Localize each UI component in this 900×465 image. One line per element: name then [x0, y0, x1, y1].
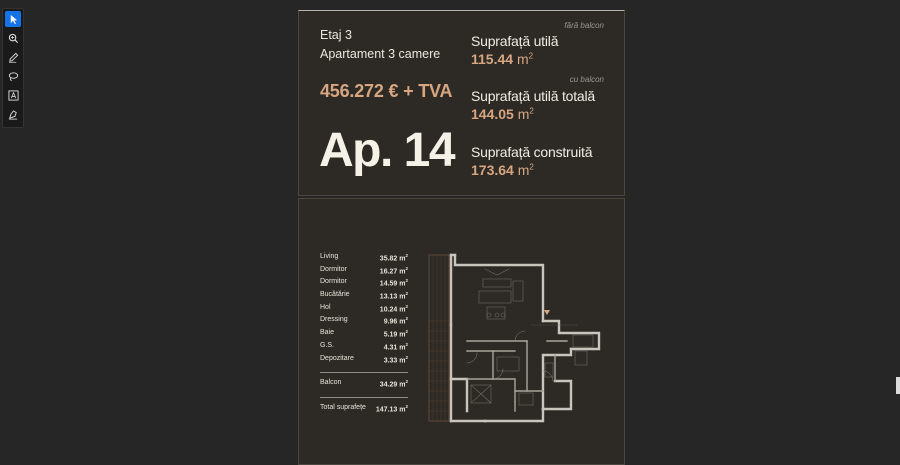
room-area-number: 14.59 m — [379, 280, 406, 288]
room-row: Dormitor 14.59 m2 — [320, 278, 408, 291]
built-area-number: 173.64 — [471, 162, 514, 178]
stamp-tool-button[interactable] — [5, 106, 21, 122]
room-row: Baie 5.19 m2 — [320, 329, 408, 342]
lasso-tool-button[interactable] — [5, 68, 21, 84]
floor-plan-drawing — [428, 253, 601, 423]
room-area: 9.96 m2 — [384, 316, 408, 325]
total-usable-area-unit: m — [517, 106, 530, 122]
room-name: Bucătărie — [320, 291, 350, 299]
text-box-tool-button[interactable] — [5, 87, 21, 103]
room-area-exponent: 2 — [405, 316, 408, 322]
total-row: Total suprafețe 147.13 m2 — [320, 404, 408, 417]
usable-area-unit: m — [516, 51, 529, 67]
room-area-number: 3.33 m — [383, 356, 406, 364]
room-name: Baie — [320, 329, 335, 337]
room-area-exponent: 2 — [405, 379, 408, 385]
apartment-number: Ap. 14 — [319, 124, 456, 177]
lasso-icon — [8, 71, 18, 81]
usable-area-value: 115.44 m2 — [471, 51, 533, 67]
pointer-icon — [10, 14, 17, 24]
room-area-exponent: 2 — [405, 291, 408, 297]
built-area-exponent: 2 — [529, 162, 534, 172]
room-area: 16.27 m2 — [380, 266, 408, 275]
balcony-row: Balcon 34.29 m2 — [320, 379, 408, 392]
room-area-table: Living 35.82 m2 Dormitor 16.27 m2 Dormitor… — [320, 253, 408, 417]
room-area-exponent: 2 — [405, 329, 408, 335]
floor-label: Etaj 3 — [320, 28, 352, 42]
zoom-icon — [8, 33, 18, 43]
room-area: 147.13 m2 — [376, 404, 408, 413]
table-divider — [320, 372, 408, 374]
floor-plan-card: Living 35.82 m2 Dormitor 16.27 m2 Dormitor… — [298, 198, 625, 465]
room-area-number: 147.13 m — [375, 406, 406, 414]
total-usable-area-exponent: 2 — [529, 106, 534, 116]
room-area: 13.13 m2 — [380, 291, 408, 300]
total-usable-area-number: 144.05 — [471, 106, 514, 122]
room-area-number: 16.27 m — [379, 268, 406, 276]
room-row: Dormitor 16.27 m2 — [320, 266, 408, 279]
room-area: 5.19 m2 — [384, 329, 408, 338]
room-name: G.S. — [320, 341, 335, 349]
annotation-toolbar — [2, 8, 24, 128]
built-area-label: Suprafață construită — [471, 144, 593, 160]
usable-area-label: Suprafață utilă — [471, 33, 559, 49]
area-note-with-balcony: cu balcon — [569, 75, 604, 84]
room-row: Living 35.82 m2 — [320, 253, 408, 266]
apartment-summary-card: Etaj 3 Apartament 3 camere 456.272 € + T… — [298, 10, 625, 196]
apartment-type: Apartament 3 camere — [320, 47, 441, 61]
room-area-exponent: 2 — [405, 354, 408, 360]
room-name: Hol — [320, 303, 331, 311]
room-area-number: 4.31 m — [383, 344, 406, 352]
room-area: 34.29 m2 — [380, 379, 408, 388]
room-area: 10.24 m2 — [380, 304, 408, 313]
stamp-icon — [8, 109, 17, 119]
pen-tool-button[interactable] — [5, 49, 21, 65]
room-area-exponent: 2 — [405, 253, 408, 258]
room-row: G.S. 4.31 m2 — [320, 342, 408, 355]
zoom-tool-button[interactable] — [5, 30, 21, 46]
room-area-number: 13.13 m — [379, 293, 406, 301]
room-area: 4.31 m2 — [384, 342, 408, 351]
room-area: 14.59 m2 — [380, 278, 408, 287]
room-row: Depozitare 3.33 m2 — [320, 355, 408, 368]
text-box-icon — [7, 89, 19, 101]
room-name: Dormitor — [320, 265, 347, 273]
room-row: Dressing 9.96 m2 — [320, 316, 408, 329]
room-area-exponent: 2 — [405, 303, 408, 309]
room-area-exponent: 2 — [405, 265, 408, 271]
room-name: Dressing — [320, 316, 348, 324]
pointer-tool-button[interactable] — [5, 11, 21, 27]
area-note-without-balcony: fără balcon — [564, 21, 604, 30]
room-name: Total suprafețe — [320, 403, 366, 411]
room-area-exponent: 2 — [405, 278, 408, 284]
room-area: 35.82 m2 — [380, 253, 408, 262]
built-area-value: 173.64 m2 — [471, 162, 534, 178]
built-area-unit: m — [517, 162, 530, 178]
room-name: Dormitor — [320, 278, 347, 286]
usable-area-exponent: 2 — [528, 51, 534, 61]
room-area: 3.33 m2 — [384, 355, 408, 364]
room-name: Balcon — [320, 379, 342, 387]
table-divider — [320, 396, 408, 398]
usable-area-number: 115.44 — [471, 51, 514, 67]
room-area-number: 10.24 m — [379, 306, 406, 314]
price: 456.272 € + TVA — [320, 81, 453, 101]
room-area-exponent: 2 — [405, 341, 408, 347]
room-area-number: 35.82 m — [379, 255, 406, 263]
room-area-number: 34.29 m — [379, 381, 406, 389]
room-name: Depozitare — [320, 354, 354, 362]
pen-icon — [8, 52, 18, 63]
total-usable-area-label: Suprafață utilă totală — [471, 88, 596, 104]
room-row: Bucătărie 13.13 m2 — [320, 291, 408, 304]
total-usable-area-value: 144.05 m2 — [471, 106, 534, 122]
room-area-number: 5.19 m — [383, 331, 406, 339]
room-area-exponent: 2 — [405, 403, 408, 409]
room-area-number: 9.96 m — [383, 318, 406, 326]
scroll-edge-marker — [896, 377, 900, 394]
room-name: Living — [320, 253, 339, 260]
room-row: Hol 10.24 m2 — [320, 304, 408, 317]
